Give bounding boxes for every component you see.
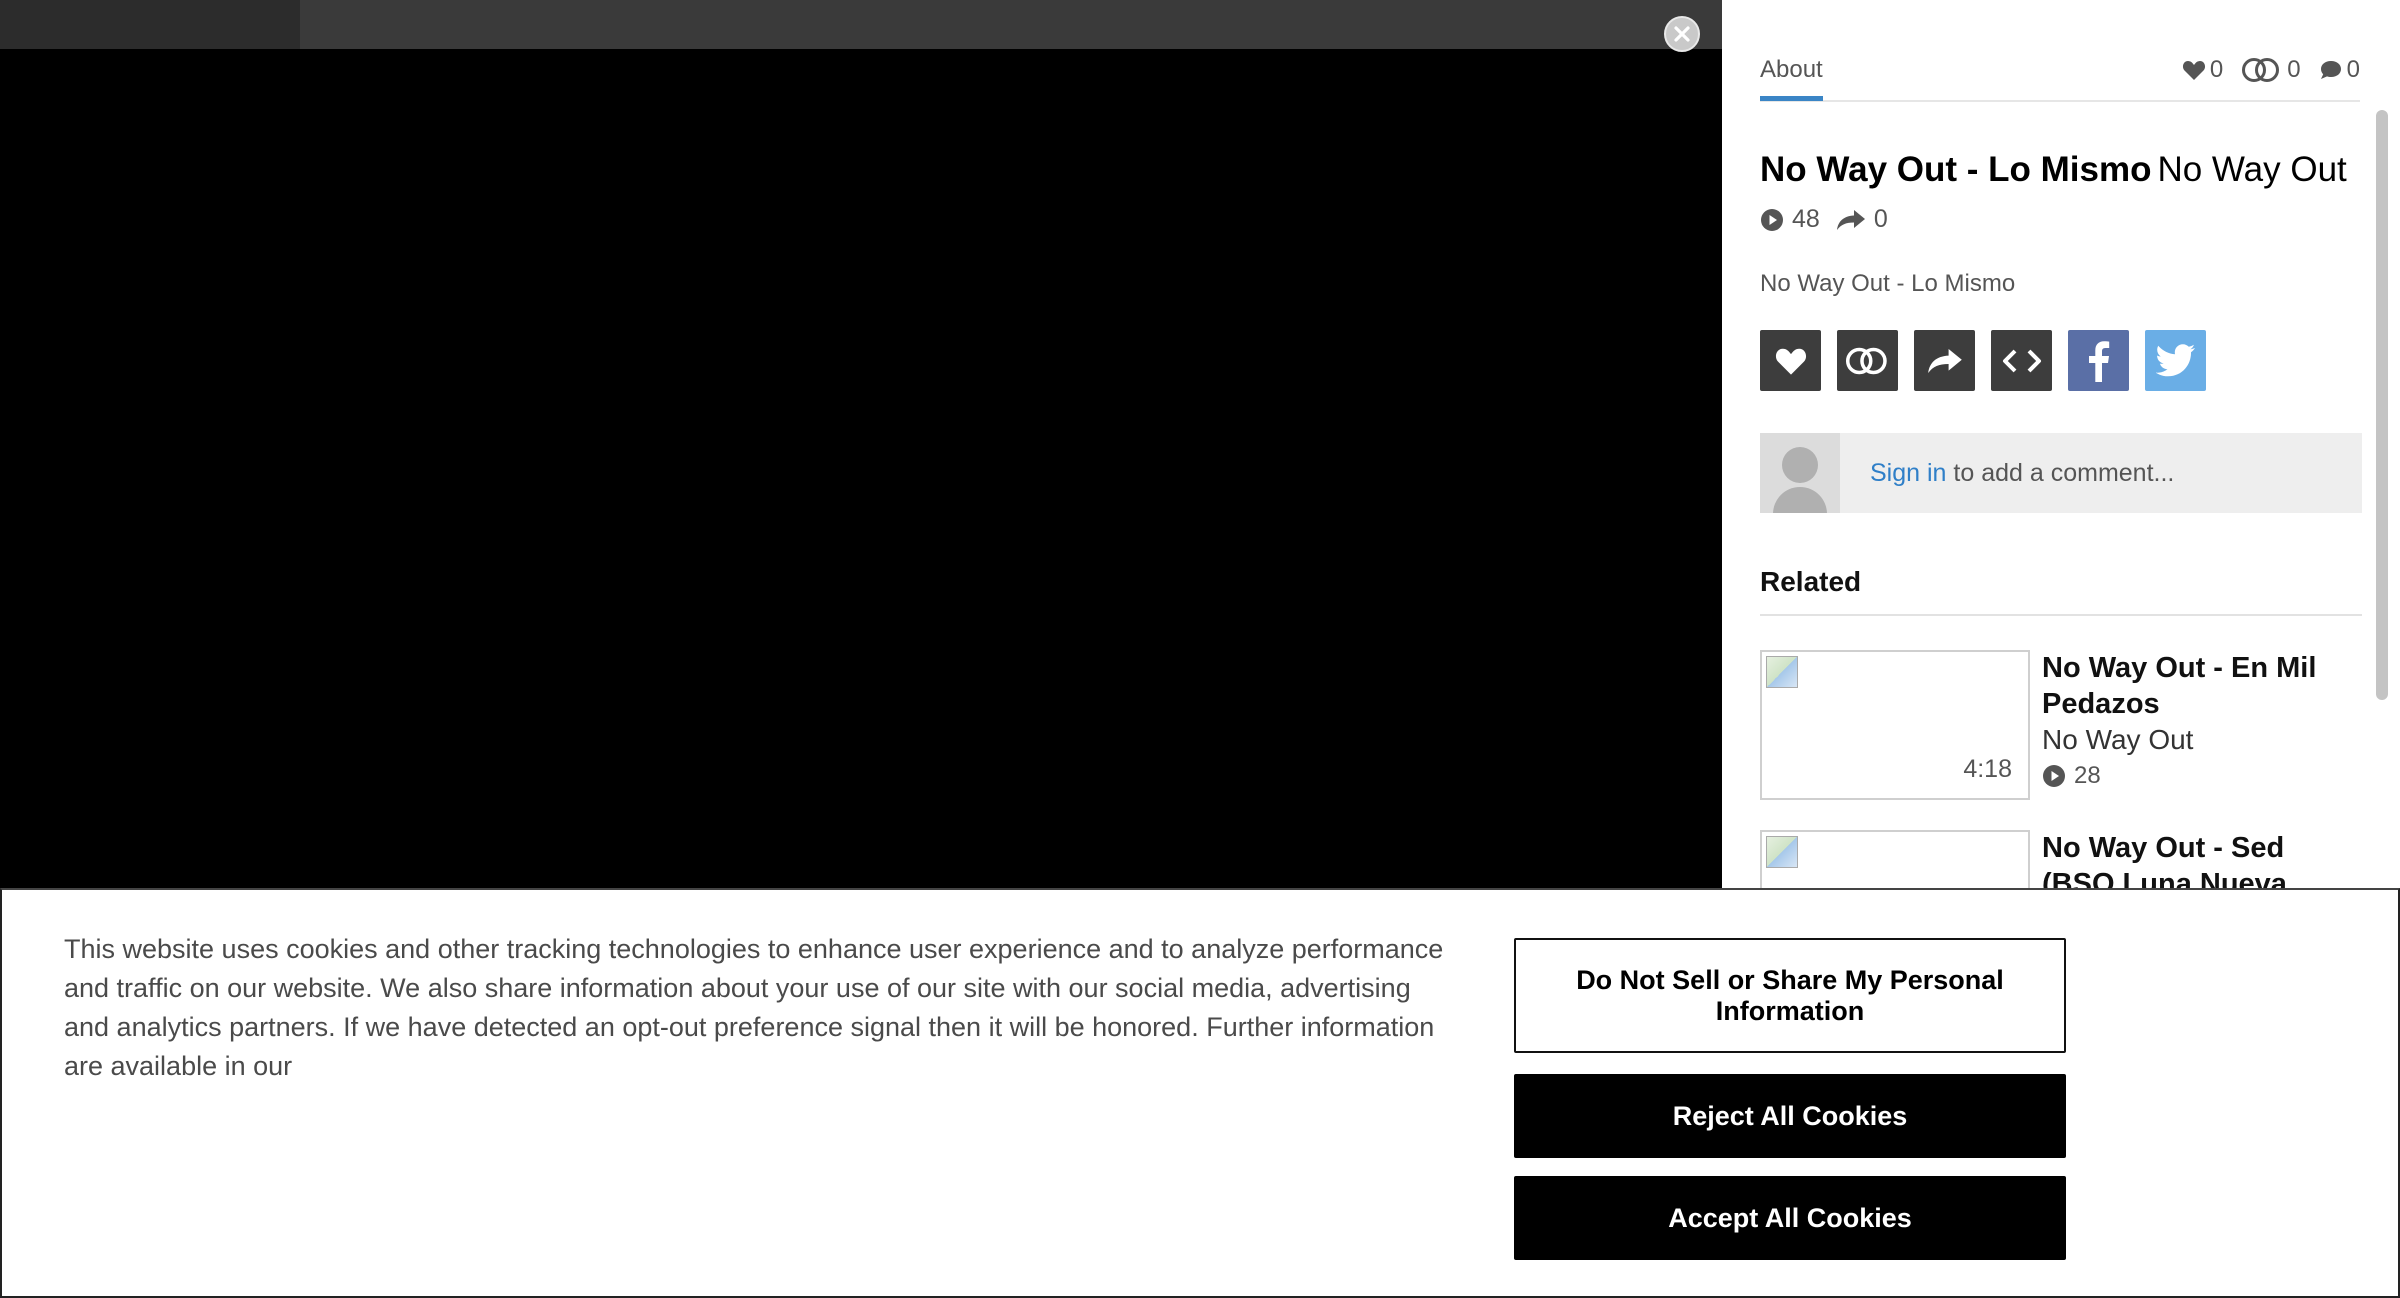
reject-all-cookies-button[interactable]: Reject All Cookies bbox=[1514, 1074, 2066, 1158]
track-description: No Way Out - Lo Mismo bbox=[1760, 270, 2016, 297]
related-artist[interactable]: No Way Out bbox=[2042, 722, 2362, 758]
play-circle-icon bbox=[2043, 765, 2065, 787]
cookie-message: This website uses cookies and other trac… bbox=[64, 934, 1444, 1081]
avatar-body bbox=[1773, 487, 1827, 513]
share-arrow-icon bbox=[1836, 209, 1865, 230]
facebook-icon bbox=[2088, 340, 2109, 382]
repost-button[interactable] bbox=[1837, 330, 1898, 391]
sidebar-tabs: About 0 0 0 bbox=[1760, 50, 2360, 102]
repost-rings-icon bbox=[1845, 347, 1887, 374]
likes-count: 0 bbox=[2209, 56, 2224, 83]
embed-code-icon bbox=[2002, 349, 2041, 372]
comments-stat: 0 bbox=[2319, 56, 2360, 84]
play-circle-icon bbox=[1761, 208, 1783, 231]
related-info: No Way Out - En Mil Pedazos No Way Out 2… bbox=[2042, 650, 2362, 790]
related-plays-count: 28 bbox=[2074, 762, 2101, 789]
share-arrow-icon bbox=[1927, 348, 1962, 373]
reposts-stat: 0 bbox=[2241, 56, 2301, 84]
comments-count: 0 bbox=[2346, 56, 2360, 83]
heart-icon bbox=[1775, 348, 1806, 375]
plays-count: 48 bbox=[1792, 205, 1820, 233]
repost-rings-icon bbox=[2242, 58, 2280, 82]
sign-in-link[interactable]: Sign in bbox=[1870, 459, 1946, 487]
comment-prompt: Sign in to add a comment... bbox=[1870, 459, 2174, 488]
track-title: No Way Out - Lo Mismo No Way Out bbox=[1760, 150, 2347, 190]
plays-stat: 48 bbox=[1760, 205, 1820, 234]
facebook-share-button[interactable] bbox=[2068, 330, 2129, 391]
sidebar-scrollbar[interactable] bbox=[2376, 110, 2388, 700]
shares-count: 0 bbox=[1873, 205, 1888, 233]
comment-prompt-text: to add a comment... bbox=[1953, 458, 2175, 487]
track-name: No Way Out - Lo Mismo bbox=[1760, 150, 2152, 189]
twitter-icon bbox=[2155, 343, 2195, 376]
likes-stat: 0 bbox=[2182, 56, 2223, 84]
related-item[interactable]: 4:18 No Way Out - En Mil Pedazos No Way … bbox=[1760, 650, 2362, 800]
related-heading: Related bbox=[1760, 566, 2362, 616]
player-tab bbox=[0, 0, 300, 49]
comment-bubble-icon bbox=[2320, 61, 2341, 79]
cookie-banner: This website uses cookies and other trac… bbox=[0, 888, 2400, 1298]
twitter-share-button[interactable] bbox=[2145, 330, 2206, 391]
do-not-sell-button[interactable]: Do Not Sell or Share My Personal Informa… bbox=[1514, 938, 2066, 1053]
embed-button[interactable] bbox=[1991, 330, 2052, 391]
like-button[interactable] bbox=[1760, 330, 1821, 391]
close-button[interactable] bbox=[1664, 16, 1700, 52]
reposts-count: 0 bbox=[2287, 56, 2301, 83]
related-thumbnail[interactable]: 4:18 bbox=[1760, 650, 2030, 800]
track-counts: 48 0 bbox=[1760, 205, 1888, 234]
related-title[interactable]: No Way Out - En Mil Pedazos bbox=[2042, 650, 2362, 722]
share-button[interactable] bbox=[1914, 330, 1975, 391]
heart-icon bbox=[2182, 61, 2205, 80]
player-top-bar bbox=[0, 0, 1722, 49]
related-duration: 4:18 bbox=[1963, 755, 2012, 783]
close-icon bbox=[1674, 26, 1690, 42]
tab-about[interactable]: About bbox=[1760, 56, 1823, 101]
avatar-head bbox=[1782, 447, 1818, 483]
broken-image-icon bbox=[1766, 836, 1798, 868]
avatar bbox=[1760, 433, 1840, 513]
action-buttons bbox=[1760, 330, 2206, 391]
related-plays: 28 bbox=[2042, 762, 2362, 790]
track-stats: 0 0 0 bbox=[2182, 56, 2360, 84]
track-artist: No Way Out bbox=[2157, 150, 2347, 189]
accept-all-cookies-button[interactable]: Accept All Cookies bbox=[1514, 1176, 2066, 1260]
broken-image-icon bbox=[1766, 656, 1798, 688]
shares-stat: 0 bbox=[1836, 205, 1888, 234]
comment-box[interactable]: Sign in to add a comment... bbox=[1760, 433, 2362, 513]
